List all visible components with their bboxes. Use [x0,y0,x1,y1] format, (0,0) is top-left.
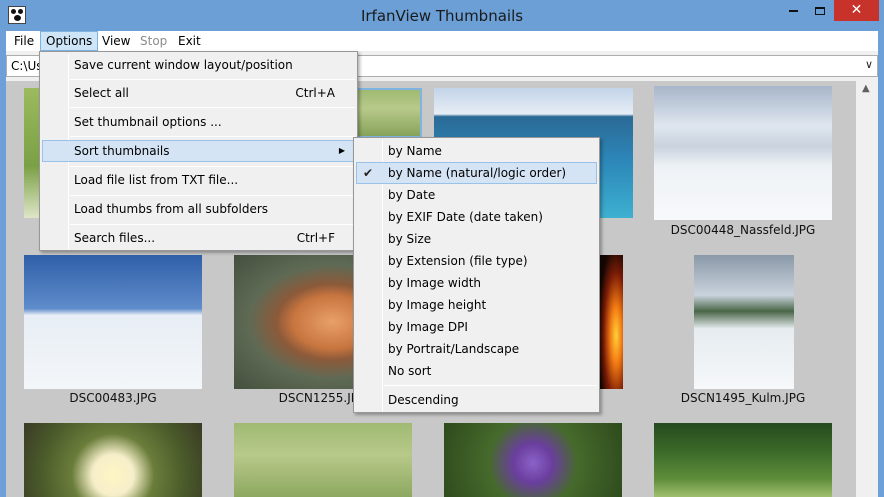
menu-item-label: Set thumbnail options ... [74,115,222,129]
menu-item-label: Load thumbs from all subfolders [74,202,269,216]
sort-by-image-dpi[interactable]: by Image DPI [356,316,597,338]
menu-item-label: by Image height [388,298,487,312]
close-button[interactable]: ✕ [834,0,879,21]
chevron-down-icon[interactable]: ∨ [865,58,873,71]
options-menu: Save current window layout/position Sele… [39,51,358,251]
menu-item-label: by Name [388,144,442,158]
maximize-button[interactable] [806,0,833,21]
menu-separator [70,195,355,196]
thumbnail-image[interactable] [600,255,623,389]
menu-item-save-layout[interactable]: Save current window layout/position [42,54,355,76]
sort-submenu: by Name ✔ by Name (natural/logic order) … [353,137,600,413]
menu-item-label: Sort thumbnails [74,144,170,158]
minimize-button[interactable] [780,0,806,21]
menu-separator [70,107,355,108]
menu-item-label: Save current window layout/position [74,58,293,72]
menu-item-select-all[interactable]: Select all Ctrl+A [42,82,355,104]
menu-item-label: by Image DPI [388,320,468,334]
menu-stop[interactable]: Stop [135,31,172,51]
menu-item-load-file-list[interactable]: Load file list from TXT file... [42,169,355,191]
menu-item-load-subfolders[interactable]: Load thumbs from all subfolders [42,198,355,220]
menu-file[interactable]: File [9,31,39,51]
sort-by-name-natural[interactable]: ✔ by Name (natural/logic order) [356,162,597,184]
sort-by-portrait-landscape[interactable]: by Portrait/Landscape [356,338,597,360]
menu-separator [384,385,597,386]
thumbnail-image[interactable] [654,423,832,497]
menu-item-label: by Extension (file type) [388,254,528,268]
menu-item-label: No sort [388,364,432,378]
menu-item-shortcut: Ctrl+F [296,231,335,245]
menu-item-label: by Size [388,232,432,246]
sort-by-name[interactable]: by Name [356,140,597,162]
sort-by-extension[interactable]: by Extension (file type) [356,250,597,272]
scroll-up-icon[interactable]: ▲ [862,83,870,94]
menu-item-label: by Name (natural/logic order) [388,166,567,180]
close-icon: ✕ [850,2,863,18]
menu-item-thumbnail-options[interactable]: Set thumbnail options ... [42,111,355,133]
menu-separator [70,224,355,225]
vertical-scrollbar[interactable]: ▲ [859,81,877,497]
menu-bar: File Options View Stop Exit [6,31,878,51]
thumbnail-caption: DSCN1495_Kulm.JPG [680,391,806,405]
sort-by-image-width[interactable]: by Image width [356,272,597,294]
menu-item-label: Select all [74,86,129,100]
menu-item-search-files[interactable]: Search files... Ctrl+F [42,227,355,249]
sort-none[interactable]: No sort [356,360,597,382]
menu-separator [70,166,355,167]
thumbnail-image[interactable] [24,423,202,497]
sort-by-exif-date[interactable]: by EXIF Date (date taken) [356,206,597,228]
maximize-icon [814,6,825,15]
menu-separator [70,79,355,80]
checkmark-icon: ✔ [363,166,374,180]
thumbnail-image[interactable] [694,255,794,389]
submenu-arrow-icon: ▶ [338,146,345,155]
menu-exit[interactable]: Exit [173,31,206,51]
menu-item-label: by EXIF Date (date taken) [388,210,543,224]
menu-item-label: by Image width [388,276,482,290]
sort-by-image-height[interactable]: by Image height [356,294,597,316]
thumbnail-image[interactable] [444,423,622,497]
menu-item-label: Load file list from TXT file... [74,173,239,187]
menu-view[interactable]: View [97,31,135,51]
menu-separator [70,136,355,137]
thumbnail-image-selected[interactable] [356,88,422,138]
window-title: IrfanView Thumbnails [360,7,524,25]
menu-item-label: by Portrait/Landscape [388,342,520,356]
sort-by-size[interactable]: by Size [356,228,597,250]
thumbnail-image[interactable] [24,255,202,389]
thumbnail-caption: DSC00483.JPG [69,391,157,405]
menu-item-shortcut: Ctrl+A [295,86,335,100]
menu-options[interactable]: Options [40,31,99,51]
sort-by-date[interactable]: by Date [356,184,597,206]
menu-item-label: Descending [388,393,459,407]
menu-item-label: by Date [388,188,436,202]
minimize-icon [788,9,798,12]
menu-item-label: Search files... [74,231,156,245]
thumbnail-image[interactable] [234,423,412,497]
sort-descending[interactable]: Descending [356,389,597,411]
thumbnail-image[interactable] [654,86,832,220]
menu-item-sort-thumbnails[interactable]: Sort thumbnails ▶ [42,140,355,162]
thumbnail-caption: DSC00448_Nassfeld.JPG [670,223,816,237]
path-value: C:\Us [11,59,43,73]
title-bar: IrfanView Thumbnails ✕ [0,0,884,31]
